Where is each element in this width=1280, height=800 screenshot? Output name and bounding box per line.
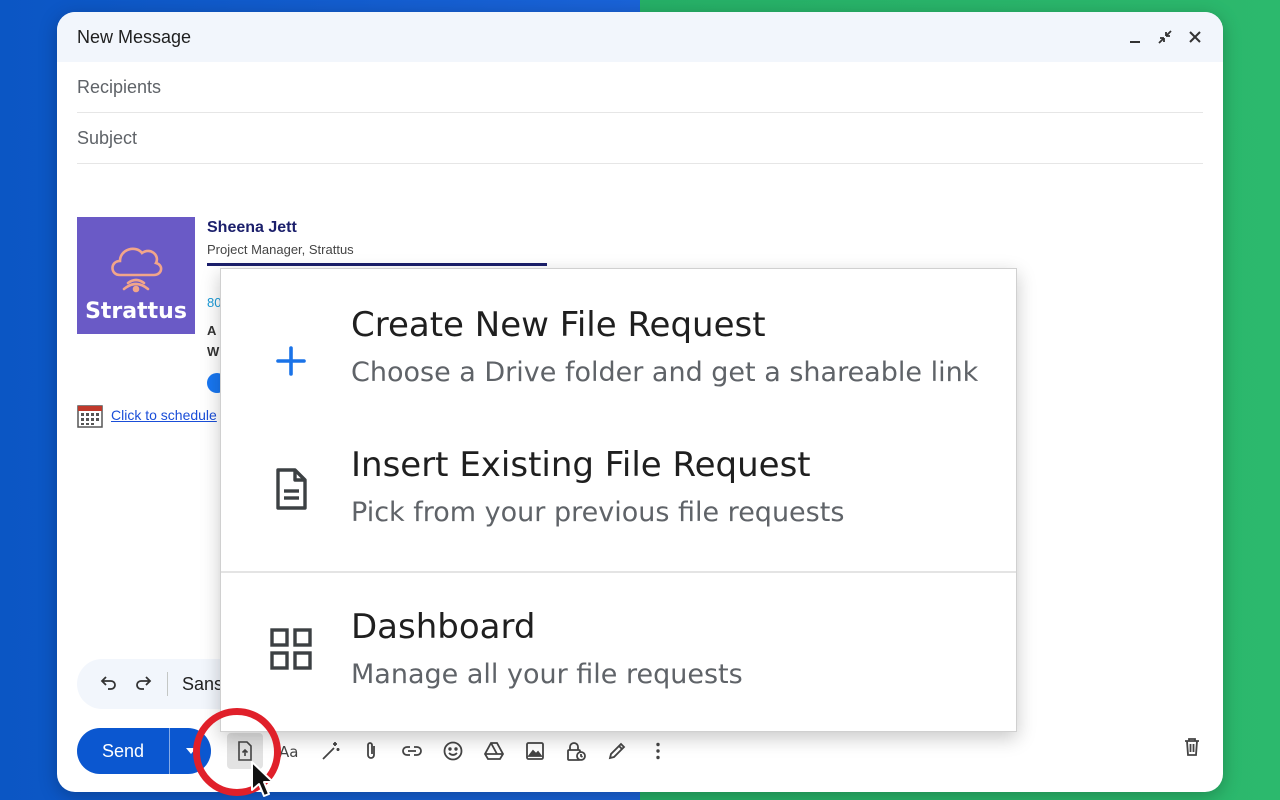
close-icon[interactable] — [1187, 29, 1203, 45]
paperclip-icon — [366, 742, 375, 759]
grid-icon — [265, 623, 317, 675]
redo-icon[interactable] — [133, 672, 153, 697]
insert-link-button[interactable] — [391, 731, 432, 771]
menu-item-title: Dashboard — [351, 607, 536, 647]
menu-item-subtitle: Choose a Drive folder and get a shareabl… — [351, 357, 979, 388]
signature-button[interactable] — [596, 731, 637, 771]
document-icon — [265, 463, 317, 515]
plus-icon — [265, 335, 317, 387]
signature-divider — [207, 263, 547, 266]
compose-title: New Message — [77, 26, 192, 47]
signature-name: Sheena Jett — [207, 219, 297, 236]
menu-item-create-file-request[interactable]: Create New File Request Choose a Drive f… — [221, 279, 1016, 419]
more-options-button[interactable] — [637, 731, 678, 771]
discard-button[interactable] — [1181, 736, 1203, 763]
menu-item-title: Create New File Request — [351, 305, 766, 345]
subject-field[interactable]: Subject — [77, 113, 1203, 164]
schedule-link[interactable]: Click to schedule — [111, 407, 217, 423]
compose-titlebar: New Message — [57, 12, 1223, 62]
menu-item-dashboard[interactable]: Dashboard Manage all your file requests — [221, 581, 1016, 721]
undo-icon[interactable] — [99, 672, 119, 697]
recipients-field[interactable]: Recipients — [77, 62, 1203, 113]
link-icon — [401, 746, 422, 756]
more-vert-icon — [655, 742, 660, 760]
toolbar-separator — [167, 672, 168, 696]
ai-write-button[interactable] — [309, 731, 350, 771]
insert-photo-button[interactable] — [514, 731, 555, 771]
font-selector[interactable]: Sans — [182, 674, 223, 695]
schedule-row: Click to schedule — [77, 402, 217, 428]
calendar-icon — [77, 405, 103, 428]
signature-address-line: A — [207, 323, 217, 338]
compose-tools: Aa — [221, 731, 678, 771]
menu-item-insert-file-request[interactable]: Insert Existing File Request Pick from y… — [221, 419, 1016, 559]
strattus-logo: Strattus — [77, 217, 195, 334]
signature-website-line: W — [207, 344, 220, 359]
minimize-icon[interactable] — [1127, 29, 1143, 45]
menu-item-title: Insert Existing File Request — [351, 445, 811, 485]
svg-text:Aa: Aa — [279, 743, 298, 761]
menu-divider — [221, 571, 1016, 573]
menu-item-subtitle: Manage all your file requests — [351, 659, 743, 690]
send-button-group: Send — [77, 728, 211, 774]
window-controls — [1127, 29, 1203, 45]
image-icon — [525, 742, 544, 760]
drive-button[interactable] — [473, 731, 514, 771]
mouse-cursor-icon — [251, 761, 274, 797]
lock-clock-icon — [566, 742, 586, 761]
magic-pen-icon — [321, 742, 339, 760]
trash-icon — [1185, 738, 1199, 756]
attach-button[interactable] — [350, 731, 391, 771]
send-button[interactable]: Send — [77, 728, 169, 774]
pen-icon — [608, 742, 625, 760]
cloud-broadcast-icon — [111, 247, 163, 293]
file-request-menu: Create New File Request Choose a Drive f… — [220, 268, 1017, 732]
logo-wordmark: Strattus — [85, 299, 187, 324]
menu-item-subtitle: Pick from your previous file requests — [351, 497, 845, 528]
confidential-mode-button[interactable] — [555, 731, 596, 771]
emoji-icon — [443, 741, 462, 761]
drive-icon — [483, 742, 504, 760]
emoji-button[interactable] — [432, 731, 473, 771]
exit-fullscreen-icon[interactable] — [1157, 29, 1173, 45]
signature-role: Project Manager, Strattus — [207, 242, 354, 257]
